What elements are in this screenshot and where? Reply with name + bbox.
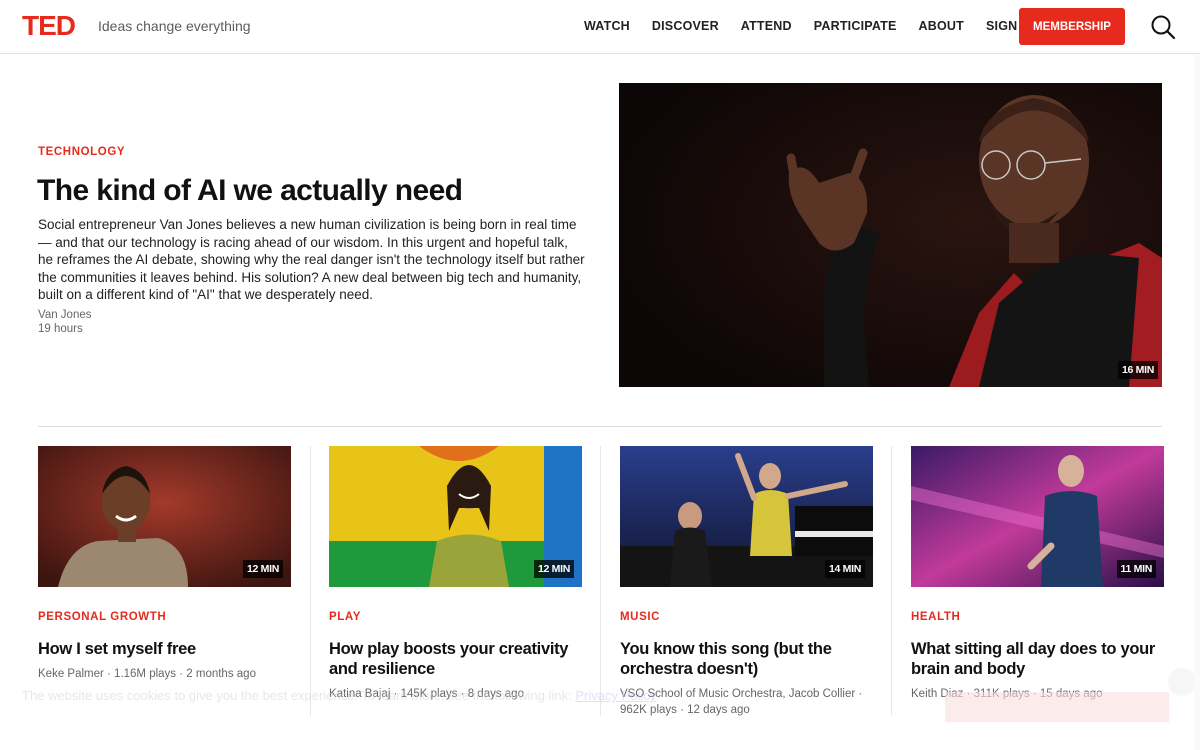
search-icon[interactable] xyxy=(1150,14,1176,40)
close-icon[interactable] xyxy=(1168,668,1196,696)
talk-title[interactable]: What sitting all day does to your brain … xyxy=(911,639,1164,679)
talk-topic[interactable]: HEALTH xyxy=(911,611,960,623)
talk-topic[interactable]: PLAY xyxy=(329,611,361,623)
nav-attend[interactable]: ATTEND xyxy=(741,19,792,33)
hero-title[interactable]: The kind of AI we actually need xyxy=(37,174,463,208)
hero-topic[interactable]: TECHNOLOGY xyxy=(38,146,125,158)
talk-title[interactable]: You know this song (but the orchestra do… xyxy=(620,639,873,679)
privacy-policy-link[interactable]: Privacy Policy xyxy=(575,688,656,703)
nav-discover[interactable]: DISCOVER xyxy=(652,19,719,33)
hero-description: Social entrepreneur Van Jones believes a… xyxy=(38,217,585,302)
ted-logo[interactable]: TED xyxy=(22,12,76,40)
duration-badge: 16 MIN xyxy=(1117,361,1158,379)
nav-about[interactable]: ABOUT xyxy=(919,19,964,33)
cookie-accept-button[interactable] xyxy=(945,692,1169,722)
talk-title[interactable]: How play boosts your creativity and resi… xyxy=(329,639,582,679)
cookie-notice: The website uses cookies to give you the… xyxy=(22,686,662,706)
talk-title[interactable]: How I set myself free xyxy=(38,639,291,659)
cookie-notice-text: The website uses cookies to give you the… xyxy=(22,688,572,703)
talk-thumbnail[interactable]: 12 MIN xyxy=(38,446,291,587)
duration-badge: 12 MIN xyxy=(533,560,574,578)
talk-meta: Keke Palmer · 1.16M plays · 2 months ago xyxy=(38,668,256,680)
hero-speaker: Van Jones xyxy=(38,309,92,321)
nav-participate[interactable]: PARTICIPATE xyxy=(814,19,897,33)
duration-badge: 14 MIN xyxy=(824,560,865,578)
card-separator xyxy=(310,446,311,716)
card-separator xyxy=(891,446,892,716)
nav-watch[interactable]: WATCH xyxy=(584,19,630,33)
duration-badge: 11 MIN xyxy=(1116,560,1156,578)
membership-button[interactable]: Membership xyxy=(1019,8,1125,45)
main-nav: WATCH DISCOVER ATTEND PARTICIPATE ABOUT … xyxy=(584,19,1056,33)
talk-thumbnail[interactable]: 12 MIN xyxy=(329,446,582,587)
talk-topic[interactable]: PERSONAL GROWTH xyxy=(38,611,166,623)
hero-posted-time: 19 hours xyxy=(38,323,83,335)
talk-thumbnail[interactable]: 11 MIN xyxy=(911,446,1164,587)
scrollbar[interactable] xyxy=(1194,54,1200,750)
talk-thumbnail[interactable]: 14 MIN xyxy=(620,446,873,587)
duration-badge: 12 MIN xyxy=(242,560,283,578)
site-header: TED Ideas change everything WATCH DISCOV… xyxy=(0,0,1200,54)
card-separator xyxy=(600,446,601,716)
hero-speaker-image xyxy=(619,83,1162,387)
hero-video-thumbnail[interactable]: 16 MIN xyxy=(619,83,1162,387)
talk-topic[interactable]: MUSIC xyxy=(620,611,660,623)
tagline: Ideas change everything xyxy=(98,18,251,34)
section-divider xyxy=(38,426,1162,427)
